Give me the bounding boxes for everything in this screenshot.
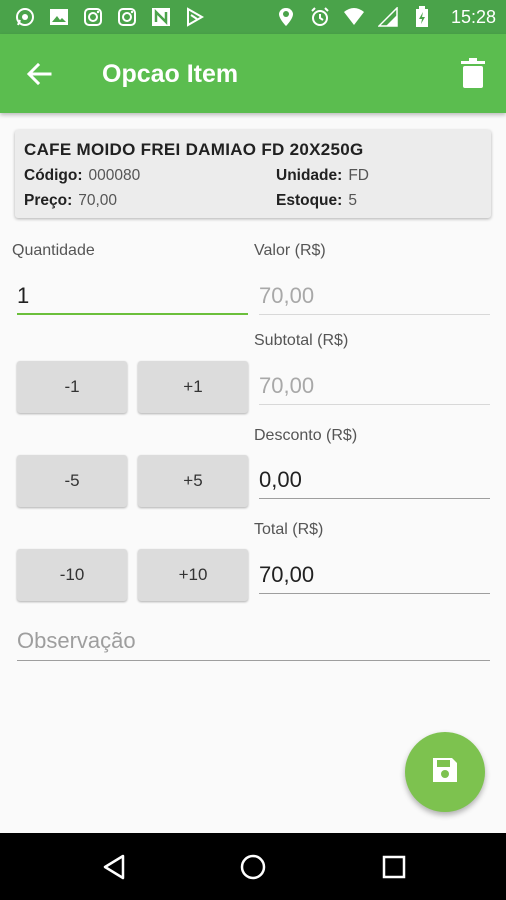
image-icon (48, 6, 70, 28)
price-label: Preço: (24, 192, 73, 209)
product-name: CAFE MOIDO FREI DAMIAO FD 20X250G (24, 140, 364, 159)
status-bar: 15:28 (0, 0, 506, 34)
product-code: Código: 000080 (24, 167, 140, 185)
total-label: Total (R$) (254, 521, 324, 538)
subtotal-underline (259, 404, 490, 405)
app-bar: Opcao Item (0, 34, 506, 113)
stock-value: 5 (348, 192, 357, 209)
instagram-icon (82, 6, 104, 28)
product-price: Preço: 70,00 (24, 192, 117, 210)
instagram-icon (116, 6, 138, 28)
page-title: Opcao Item (102, 60, 239, 88)
discount-label: Desconto (R$) (254, 427, 358, 444)
battery-charging-icon (411, 6, 433, 28)
quantity-label: Quantidade (12, 242, 95, 259)
subtotal-field: 70,00 (259, 373, 315, 398)
product-stock: Estoque: 5 (276, 192, 357, 210)
back-triangle-icon[interactable] (98, 851, 130, 883)
location-icon (275, 6, 297, 28)
product-unit: Unidade: FD (276, 167, 369, 185)
alarm-icon (309, 6, 331, 28)
subtotal-label: Subtotal (R$) (254, 332, 349, 349)
navigation-bar (0, 833, 506, 900)
clock: 15:28 (450, 6, 496, 27)
value-label: Valor (R$) (254, 242, 326, 259)
product-card: CAFE MOIDO FREI DAMIAO FD 20X250G Código… (15, 130, 491, 218)
stock-label: Estoque: (276, 192, 343, 209)
total-underline (259, 593, 490, 594)
plus-10-button[interactable]: +10 (138, 549, 248, 601)
signal-icon (377, 6, 399, 28)
play-icon (184, 6, 206, 28)
whatsapp-icon (14, 6, 36, 28)
minus-1-button[interactable]: -1 (17, 361, 127, 413)
arrow-left-icon[interactable] (24, 59, 54, 89)
unit-label: Unidade: (276, 167, 343, 184)
total-input[interactable]: 70,00 (259, 562, 314, 588)
value-underline (259, 314, 490, 315)
code-value: 000080 (88, 167, 141, 184)
save-button[interactable] (405, 732, 485, 812)
home-circle-icon[interactable] (237, 851, 269, 883)
recents-square-icon[interactable] (378, 851, 410, 883)
plus-1-button[interactable]: +1 (138, 361, 248, 413)
quantity-input[interactable]: 1 (17, 283, 29, 309)
discount-input[interactable]: 0,00 (259, 467, 302, 493)
n-app-icon (150, 6, 172, 28)
observation-input[interactable]: Observação (17, 628, 136, 654)
discount-underline (259, 498, 490, 499)
quantity-underline (17, 313, 248, 315)
value-field: 70,00 (259, 283, 315, 308)
plus-5-button[interactable]: +5 (138, 455, 248, 507)
price-value: 70,00 (78, 192, 118, 209)
minus-10-button[interactable]: -10 (17, 549, 127, 601)
code-label: Código: (24, 167, 83, 184)
save-icon (430, 755, 460, 790)
minus-5-button[interactable]: -5 (17, 455, 127, 507)
trash-icon[interactable] (460, 58, 486, 88)
observation-underline (17, 660, 490, 661)
unit-value: FD (348, 167, 369, 184)
wifi-icon (343, 6, 365, 28)
